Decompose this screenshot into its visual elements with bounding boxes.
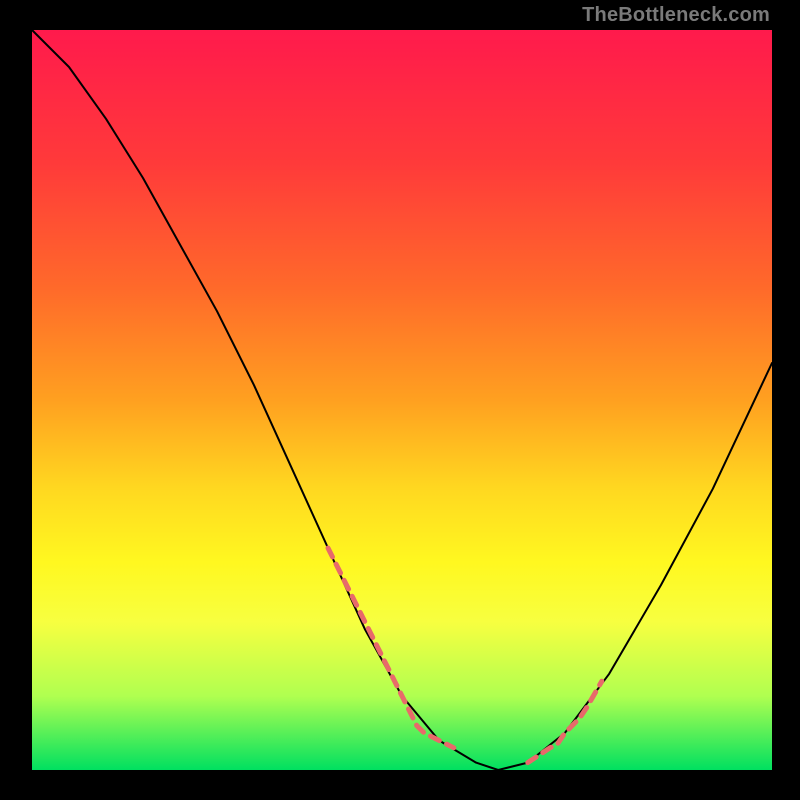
watermark-text: TheBottleneck.com xyxy=(582,4,770,27)
plot-area xyxy=(32,30,772,770)
chart-container: TheBottleneck.com xyxy=(0,0,800,800)
highlight-right-segment xyxy=(528,681,602,762)
highlight-left-segment xyxy=(328,548,454,748)
curve-layer xyxy=(32,30,772,770)
bottleneck-curve xyxy=(32,30,772,770)
